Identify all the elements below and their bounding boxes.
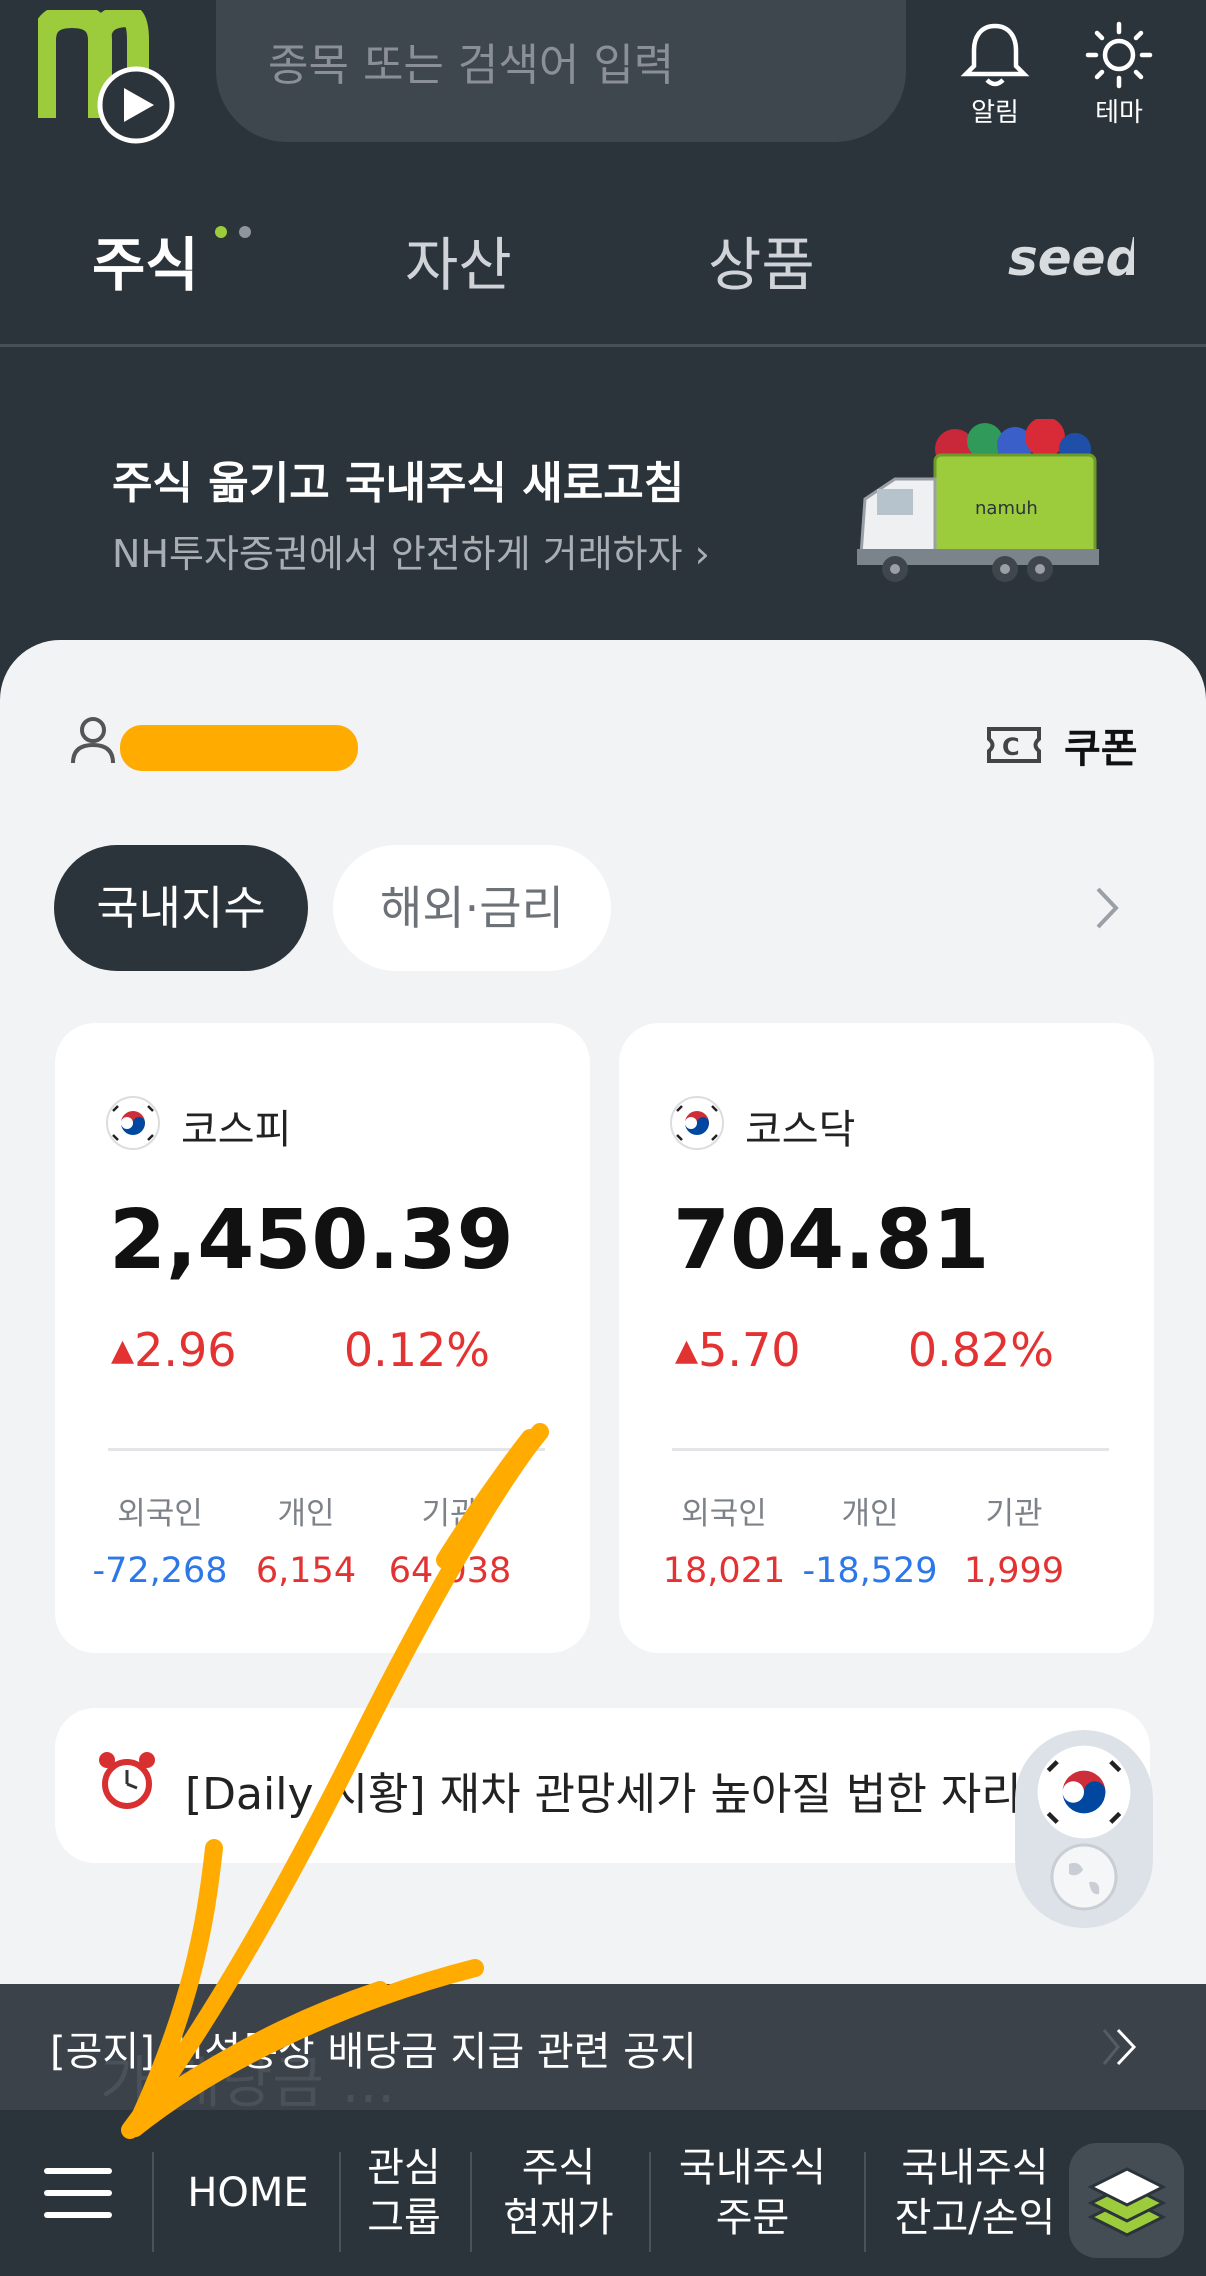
- up-triangle-icon: ▲: [675, 1333, 699, 1368]
- banner-title: 주식 옮기고 국내주식 새로고침: [112, 458, 685, 509]
- korea-flag-icon: [1037, 1745, 1131, 1839]
- investor-individual: 개인 6,154: [255, 1496, 357, 1591]
- menu-button[interactable]: [20, 2110, 135, 2276]
- chevron-right-icon[interactable]: [1092, 885, 1122, 931]
- tab-products[interactable]: 상품: [708, 215, 815, 315]
- investor-institution: 기관 1,999: [963, 1496, 1065, 1591]
- tab-domestic-index[interactable]: 국내지수: [54, 845, 308, 971]
- kospi-card[interactable]: 코스피 2,450.39 ▲2.96 0.12% 외국인 -72,268 개인 6,…: [55, 1023, 590, 1653]
- news-headline: [Daily 시황] 재차 관망세가 높아질 법한 자리: [185, 1769, 1022, 1820]
- sun-icon: [1085, 21, 1153, 89]
- market-switch-button[interactable]: [1015, 1730, 1153, 1928]
- index-name: 코스닥: [745, 1107, 856, 1153]
- seed-logo-icon[interactable]: seed: [1004, 225, 1134, 295]
- investor-foreign: 외국인 -72,268: [92, 1496, 228, 1591]
- index-rate: 0.82%: [907, 1323, 1054, 1377]
- divider: [672, 1448, 1109, 1451]
- index-value: 704.81: [673, 1193, 990, 1288]
- index-rate: 0.12%: [343, 1323, 490, 1377]
- tab-assets[interactable]: 자산: [405, 215, 512, 315]
- korea-flag-icon: [670, 1096, 724, 1150]
- alarm-clock-icon: [99, 1752, 155, 1809]
- notice-bar[interactable]: 가 배당금 ... [공지] 신성통상 배당금 지급 관련 공지: [0, 1984, 1206, 2116]
- layers-button[interactable]: [1069, 2143, 1184, 2258]
- tab-overseas-rates[interactable]: 해외·금리: [333, 845, 611, 971]
- redaction-mark: [120, 725, 358, 771]
- market-panel: C 쿠폰 국내지수 해외·금리 코스피 2,450.39 ▲2.96 0.12%…: [0, 640, 1206, 1985]
- investor-institution: 기관 64,038: [388, 1496, 512, 1591]
- nav-watchlist[interactable]: 관심 그룹: [345, 2110, 463, 2276]
- index-change-value: 2.96: [134, 1323, 237, 1377]
- truck-illustration: namuh: [857, 419, 1099, 582]
- search-input[interactable]: [268, 30, 868, 100]
- tab-stock[interactable]: 주식: [92, 215, 199, 315]
- svg-text:namuh: namuh: [975, 498, 1038, 519]
- index-change: ▲2.96: [111, 1323, 237, 1377]
- nav-separator: [339, 2152, 341, 2252]
- investor-individual: 개인 -18,529: [802, 1496, 938, 1591]
- nav-separator: [649, 2152, 651, 2252]
- user-icon: [71, 717, 115, 764]
- korea-flag-icon: [106, 1096, 160, 1150]
- tab-indicator-dots: [215, 223, 263, 242]
- svg-text:seed: seed: [1008, 229, 1134, 287]
- notice-text: [공지] 신성통상 배당금 지급 관련 공지: [50, 2029, 697, 2075]
- chevron-right-icon: [1102, 2028, 1137, 2066]
- nav-domestic-order[interactable]: 국내주식 주문: [655, 2110, 850, 2276]
- index-value: 2,450.39: [109, 1193, 514, 1288]
- kosdaq-card[interactable]: 코스닥 704.81 ▲5.70 0.82% 외국인 18,021 개인 -18,5…: [619, 1023, 1154, 1653]
- theme-button[interactable]: 테마: [1064, 20, 1174, 130]
- daily-market-news[interactable]: [Daily 시황] 재차 관망세가 높아질 법한 자리: [55, 1708, 1150, 1863]
- svg-text:C: C: [1002, 733, 1020, 761]
- index-change: ▲5.70: [675, 1323, 801, 1377]
- nh-logo-icon[interactable]: [38, 10, 178, 150]
- nav-home[interactable]: HOME: [158, 2110, 338, 2276]
- search-bar[interactable]: [216, 0, 906, 142]
- coupon-button[interactable]: C 쿠폰: [986, 715, 1138, 775]
- coupon-icon: C: [987, 727, 1041, 763]
- nav-separator: [152, 2152, 154, 2252]
- divider: [108, 1448, 545, 1451]
- hamburger-icon: [43, 2168, 112, 2218]
- coupon-label: 쿠폰: [1064, 726, 1138, 772]
- index-name: 코스피: [181, 1107, 292, 1153]
- bell-icon: [960, 23, 1030, 87]
- nav-domestic-balance[interactable]: 국내주식 잔고/손익: [870, 2110, 1080, 2276]
- banner-subtitle[interactable]: NH투자증권에서 안전하게 거래하자 ›: [112, 523, 710, 578]
- promo-banner[interactable]: 주식 옮기고 국내주식 새로고침 NH투자증권에서 안전하게 거래하자 › na…: [0, 347, 1206, 647]
- nav-separator: [864, 2152, 866, 2252]
- bottom-navigation: HOME 관심 그룹 주식 현재가 국내주식 주문 국내주식 잔고/손익: [0, 2110, 1206, 2276]
- up-triangle-icon: ▲: [111, 1333, 135, 1368]
- theme-label: 테마: [1095, 98, 1143, 128]
- nav-separator: [470, 2152, 472, 2252]
- investor-foreign: 외국인 18,021: [662, 1496, 786, 1591]
- layers-icon: [1087, 2167, 1167, 2237]
- alarm-button[interactable]: 알림: [940, 20, 1050, 130]
- alarm-label: 알림: [971, 98, 1019, 128]
- top-header: 알림 테마 주식 자산 상품 seed: [0, 0, 1206, 347]
- globe-icon: [1050, 1843, 1118, 1911]
- nav-stock-quote[interactable]: 주식 현재가: [476, 2110, 641, 2276]
- index-change-value: 5.70: [698, 1323, 801, 1377]
